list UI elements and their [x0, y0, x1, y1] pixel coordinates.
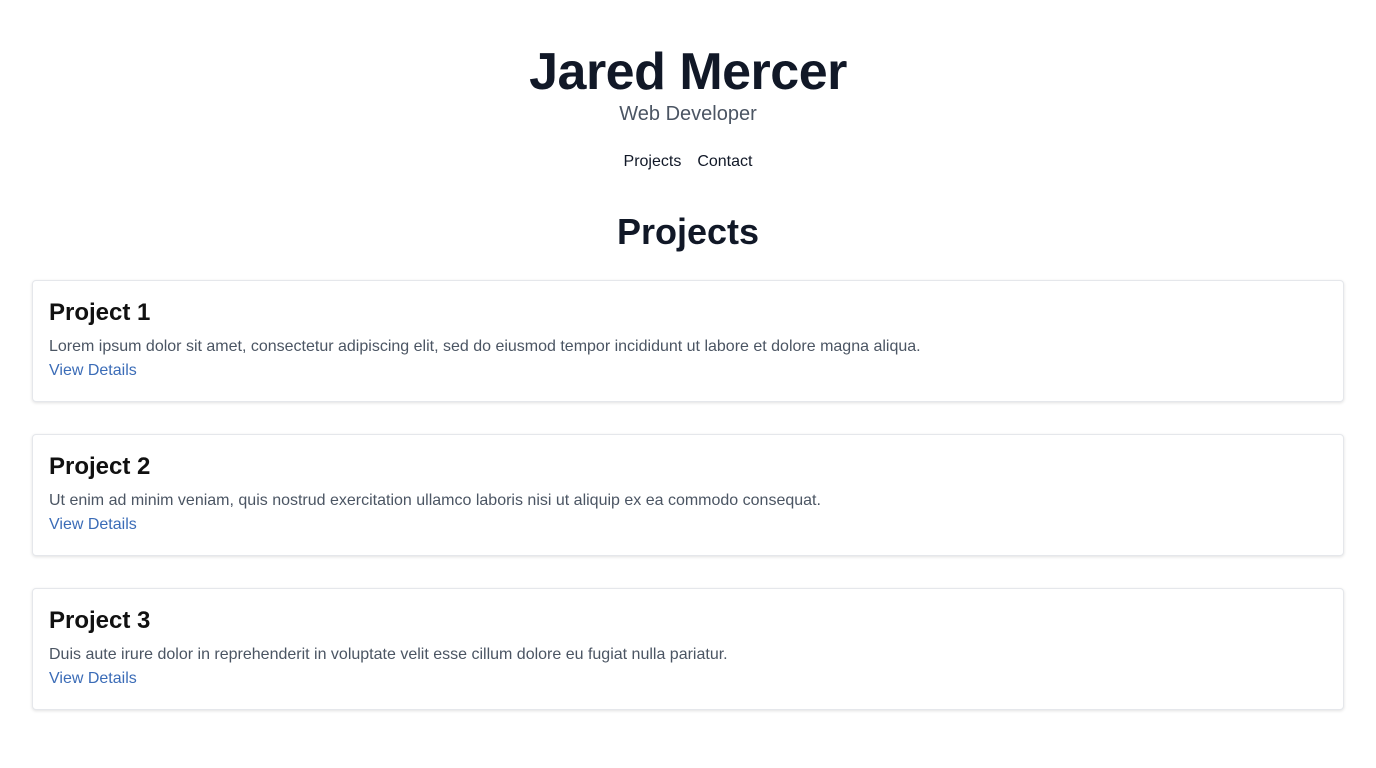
main-content: Projects Project 1 Lorem ipsum dolor sit… [0, 210, 1376, 710]
nav-link-contact[interactable]: Contact [697, 152, 752, 172]
project-description: Duis aute irure dolor in reprehenderit i… [49, 646, 728, 663]
project-card: Project 3 Duis aute irure dolor in repre… [32, 588, 1344, 710]
projects-section-title: Projects [616, 211, 760, 252]
view-details-link[interactable]: View Details [49, 359, 137, 383]
project-title: Project 3 [49, 607, 151, 634]
project-title: Project 1 [49, 299, 151, 326]
site-owner-name: Jared Mercer [529, 43, 847, 101]
site-owner-role: Web Developer [619, 103, 757, 125]
projects-list: Project 1 Lorem ipsum dolor sit amet, co… [0, 280, 1376, 710]
project-card: Project 1 Lorem ipsum dolor sit amet, co… [32, 280, 1344, 402]
main-nav: Projects Contact [0, 152, 1376, 172]
view-details-link[interactable]: View Details [49, 513, 137, 537]
project-description: Lorem ipsum dolor sit amet, consectetur … [49, 338, 921, 355]
project-title: Project 2 [49, 453, 151, 480]
site-header: Jared Mercer Web Developer Projects Cont… [0, 0, 1376, 172]
nav-link-projects[interactable]: Projects [624, 152, 682, 172]
project-card: Project 2 Ut enim ad minim veniam, quis … [32, 434, 1344, 556]
project-description: Ut enim ad minim veniam, quis nostrud ex… [49, 492, 821, 509]
view-details-link[interactable]: View Details [49, 667, 137, 691]
